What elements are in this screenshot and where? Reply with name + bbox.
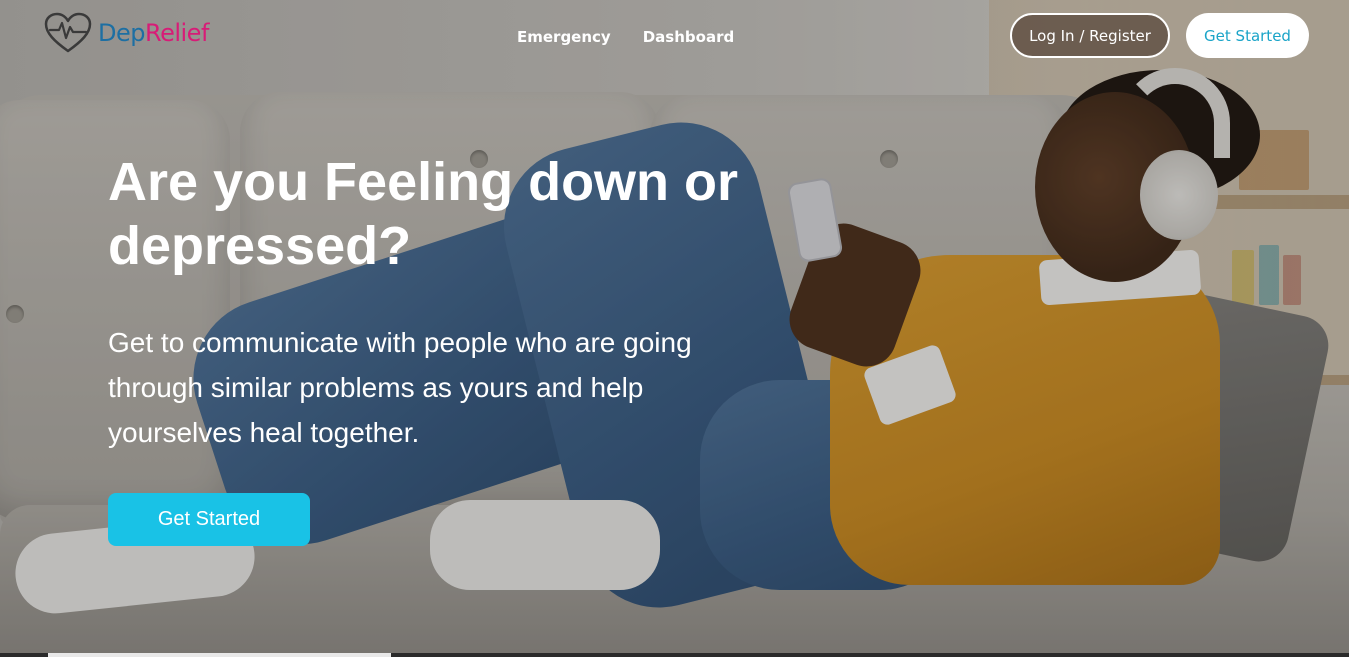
hero-headline: Are you Feeling down or depressed? (108, 152, 739, 276)
brand-logo[interactable]: DepRelief (44, 12, 209, 54)
bottom-edge-segment (48, 653, 391, 657)
brand-name: DepRelief (98, 19, 209, 47)
hero-subtext: Get to communicate with people who are g… (108, 327, 692, 448)
top-navbar: DepRelief Emergency Dashboard Log In / R… (0, 0, 1349, 72)
heart-pulse-icon (44, 12, 92, 53)
bottom-edge (0, 653, 1349, 657)
brand-name-part2: Relief (144, 19, 209, 47)
nav-get-started-button[interactable]: Get Started (1186, 13, 1309, 58)
brand-name-part1: Dep (98, 19, 145, 47)
nav-link-dashboard[interactable]: Dashboard (643, 28, 734, 46)
login-register-button[interactable]: Log In / Register (1010, 13, 1170, 58)
nav-links: Emergency Dashboard (517, 28, 734, 46)
hero-section: DepRelief Emergency Dashboard Log In / R… (0, 0, 1349, 657)
hero-get-started-button[interactable]: Get Started (108, 493, 310, 546)
nav-link-emergency[interactable]: Emergency (517, 28, 611, 46)
